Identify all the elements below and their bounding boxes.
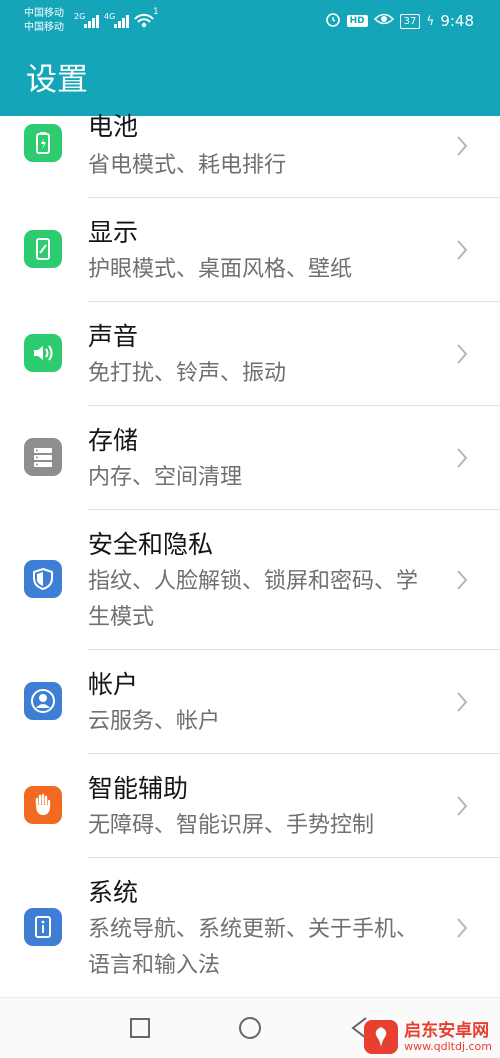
battery-icon (24, 124, 62, 162)
settings-item-smart-assistance[interactable]: 智能辅助 无障碍、智能识屏、手势控制 (0, 754, 500, 858)
chevron-right-icon (457, 448, 468, 468)
carrier-label-2: 中国移动 (24, 22, 64, 33)
clock-time: 9:48 (440, 12, 474, 30)
settings-item-subtitle: 云服务、帐户 (88, 709, 221, 734)
wifi-icon (133, 10, 155, 34)
settings-list: 电池 省电模式、耗电排行 显示 护眼模式、桌面风格、壁纸 声音 免打扰、铃声、振… (0, 112, 500, 998)
settings-item-sound[interactable]: 声音 免打扰、铃声、振动 (0, 302, 500, 406)
settings-item-security-privacy[interactable]: 安全和隐私 指纹、人脸解锁、锁屏和密码、学生模式 (0, 510, 500, 650)
settings-item-title: 电池 (88, 112, 139, 141)
chevron-right-icon (457, 240, 468, 260)
settings-item-title: 安全和隐私 (88, 530, 214, 559)
settings-item-system[interactable]: 系统 系统导航、系统更新、关于手机、语言和输入法 (0, 858, 500, 998)
hd-badge: HD (346, 15, 368, 27)
watermark: 启东安卓网 www.qdltdj.com (364, 1020, 492, 1054)
settings-item-title: 帐户 (88, 670, 139, 699)
home-button[interactable] (238, 1016, 262, 1040)
signal-icon-1 (84, 14, 106, 28)
chevron-right-icon (457, 796, 468, 816)
carrier-label-1: 中国移动 (24, 8, 64, 19)
settings-item-display[interactable]: 显示 护眼模式、桌面风格、壁纸 (0, 198, 500, 302)
settings-item-subtitle: 护眼模式、桌面风格、壁纸 (88, 257, 353, 282)
chevron-right-icon (457, 918, 468, 938)
account-icon (24, 682, 62, 720)
settings-item-title: 智能辅助 (88, 774, 189, 803)
charging-icon: ϟ (426, 14, 435, 28)
settings-item-subtitle: 省电模式、耗电排行 (88, 153, 287, 178)
system-info-icon (24, 908, 62, 946)
settings-item-subtitle: 无障碍、智能识屏、手势控制 (88, 813, 375, 838)
settings-item-subtitle: 内存、空间清理 (88, 465, 243, 490)
sound-icon (24, 334, 62, 372)
app-bar: 设置 (0, 44, 500, 116)
shield-icon (24, 560, 62, 598)
watermark-url: www.qdltdj.com (404, 1040, 492, 1053)
settings-item-title: 显示 (88, 218, 139, 247)
settings-item-subtitle: 免打扰、铃声、振动 (88, 361, 287, 386)
wifi-badge: 1 (153, 7, 159, 17)
eye-comfort-icon (373, 12, 394, 30)
chevron-right-icon (457, 692, 468, 712)
settings-item-subtitle: 指纹、人脸解锁、锁屏和密码、学生模式 (88, 569, 419, 630)
status-bar: 中国移动 中国移动 2G 4G 1 HD 37 ϟ 9:48 (0, 0, 500, 44)
storage-icon (24, 438, 62, 476)
settings-item-battery[interactable]: 电池 省电模式、耗电排行 (0, 112, 500, 198)
recent-apps-button[interactable] (128, 1016, 152, 1040)
chevron-right-icon (457, 136, 468, 156)
settings-item-subtitle: 系统导航、系统更新、关于手机、语言和输入法 (88, 917, 419, 978)
settings-item-storage[interactable]: 存储 内存、空间清理 (0, 406, 500, 510)
hand-icon (24, 786, 62, 824)
display-icon (24, 230, 62, 268)
settings-item-title: 声音 (88, 322, 139, 351)
battery-level: 37 (399, 13, 421, 29)
chevron-right-icon (457, 570, 468, 590)
page-title: 设置 (26, 62, 88, 98)
settings-item-title: 系统 (88, 878, 139, 907)
settings-item-account[interactable]: 帐户 云服务、帐户 (0, 650, 500, 754)
watermark-logo-icon (364, 1020, 399, 1054)
watermark-name: 启东安卓网 (404, 1021, 490, 1041)
settings-item-title: 存储 (88, 426, 139, 455)
chevron-right-icon (457, 344, 468, 364)
alarm-icon (325, 11, 341, 31)
